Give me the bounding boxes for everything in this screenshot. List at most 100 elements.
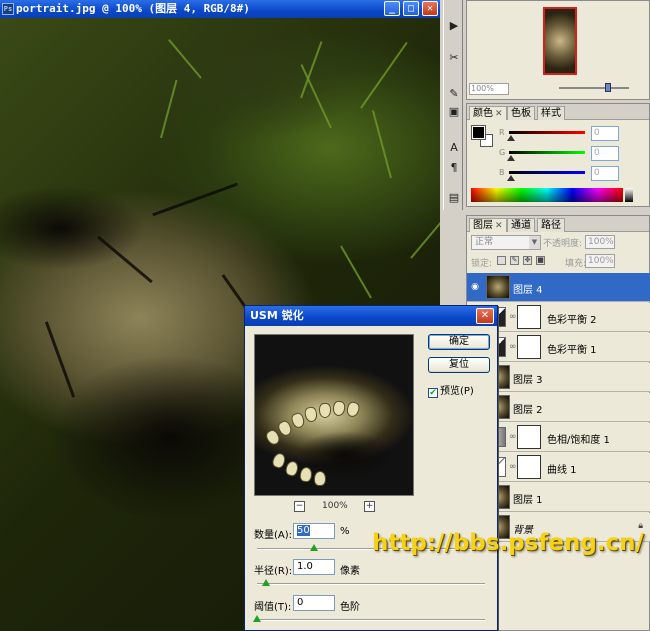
navigator-panel: 100% bbox=[466, 0, 650, 100]
tab-styles[interactable]: 样式 bbox=[537, 106, 565, 120]
navigator-zoom-field[interactable]: 100% bbox=[469, 83, 509, 95]
grayscale-ramp[interactable] bbox=[625, 188, 633, 202]
eye-icon[interactable]: ◉ bbox=[469, 281, 481, 293]
green-value-field[interactable]: 0 bbox=[591, 146, 619, 161]
blue-channel-row: B 0 bbox=[499, 166, 650, 184]
threshold-slider-knob[interactable] bbox=[253, 615, 261, 622]
layer-mask-thumbnail[interactable] bbox=[517, 335, 541, 359]
layer-mask-thumbnail[interactable] bbox=[517, 425, 541, 449]
lock-position-icon[interactable]: ✥ bbox=[523, 256, 532, 265]
fill-field[interactable]: 100% bbox=[585, 254, 615, 268]
tab-label: 图层 bbox=[473, 220, 493, 231]
foreground-color-swatch[interactable] bbox=[471, 125, 486, 140]
green-slider-track[interactable] bbox=[509, 151, 585, 154]
color-spectrum-bar[interactable] bbox=[471, 188, 623, 202]
radius-unit: 像素 bbox=[340, 566, 360, 577]
usm-sharpen-dialog: USM 锐化 ✕ − 100% + 确定 复位 ✔ 预览(P) 数量(A): 50… bbox=[244, 305, 498, 631]
layers-panel-tabs: 图层 ✕ 通道 路径 bbox=[467, 216, 649, 232]
tab-channels[interactable]: 通道 bbox=[507, 218, 535, 232]
layer-name: 色彩平衡 2 bbox=[547, 315, 597, 326]
tab-paths[interactable]: 路径 bbox=[537, 218, 565, 232]
layer-name: 图层 2 bbox=[513, 405, 543, 416]
crack-mark bbox=[97, 235, 153, 284]
threshold-slider[interactable] bbox=[253, 615, 485, 622]
link-icon[interactable]: ∞ bbox=[509, 312, 517, 322]
grass-blade bbox=[340, 245, 372, 299]
tab-layers[interactable]: 图层 ✕ bbox=[469, 218, 507, 232]
type-icon[interactable]: A bbox=[446, 140, 462, 156]
close-icon[interactable]: ✕ bbox=[495, 221, 503, 231]
photoshop-icon: Ps bbox=[2, 3, 14, 15]
layer-mask-thumbnail[interactable] bbox=[517, 305, 541, 329]
navigator-zoom-slider[interactable] bbox=[559, 83, 629, 92]
preview-checkbox-label: 预览(P) bbox=[440, 386, 474, 397]
layer-name: 曲线 1 bbox=[547, 465, 577, 476]
amount-input[interactable]: 50 bbox=[293, 523, 335, 539]
blue-value-field[interactable]: 0 bbox=[591, 166, 619, 181]
radius-slider-knob[interactable] bbox=[262, 579, 271, 586]
zoom-in-button[interactable]: + bbox=[364, 501, 375, 512]
ok-button[interactable]: 确定 bbox=[428, 334, 490, 350]
lock-all-icon[interactable]: ■ bbox=[536, 256, 545, 265]
red-channel-row: R 0 bbox=[499, 126, 650, 144]
tab-swatches[interactable]: 色板 bbox=[507, 106, 535, 120]
grass-blade bbox=[168, 39, 202, 79]
close-icon[interactable]: ✕ bbox=[495, 109, 503, 119]
preview-detail bbox=[299, 466, 313, 483]
radius-input[interactable]: 1.0 bbox=[293, 559, 335, 575]
preview-detail bbox=[284, 459, 300, 478]
navigator-thumbnail[interactable] bbox=[543, 7, 577, 75]
grass-blade bbox=[410, 211, 440, 259]
preview-detail bbox=[289, 411, 307, 430]
close-button[interactable]: ✕ bbox=[422, 1, 438, 16]
tool-strip: ▶ ✂ ✎ ▣ A ¶ ▤ bbox=[443, 0, 463, 210]
slider-knob[interactable] bbox=[605, 83, 611, 92]
red-slider-track[interactable] bbox=[509, 131, 585, 134]
document-title: portrait.jpg @ 100% (图层 4, RGB/8#) bbox=[16, 2, 250, 15]
opacity-field[interactable]: 100% bbox=[585, 235, 615, 249]
close-button[interactable]: ✕ bbox=[476, 308, 494, 324]
paragraph-icon[interactable]: ¶ bbox=[446, 160, 462, 176]
dialog-titlebar[interactable]: USM 锐化 ✕ bbox=[245, 306, 497, 326]
opacity-label: 不透明度: bbox=[543, 239, 583, 249]
layer-row[interactable]: ◉ 图层 4 bbox=[467, 273, 650, 302]
threshold-input[interactable]: 0 bbox=[293, 595, 335, 611]
preview-detail bbox=[313, 470, 327, 487]
green-slider-knob[interactable] bbox=[507, 155, 515, 161]
tab-label: 颜色 bbox=[473, 108, 493, 119]
filter-preview[interactable] bbox=[254, 334, 414, 496]
play-icon[interactable]: ▶ bbox=[446, 18, 462, 34]
notes-icon[interactable]: ▤ bbox=[446, 190, 462, 206]
radius-slider[interactable] bbox=[257, 579, 485, 586]
red-value-field[interactable]: 0 bbox=[591, 126, 619, 141]
link-icon[interactable]: ∞ bbox=[509, 462, 517, 472]
layer-name: 图层 1 bbox=[513, 495, 543, 506]
scissors-icon[interactable]: ✂ bbox=[446, 50, 462, 66]
checkmark-icon[interactable]: ✔ bbox=[428, 388, 438, 398]
watermark-text: http://bbs.psfeng.cn/ bbox=[372, 530, 644, 556]
preview-checkbox[interactable]: ✔ 预览(P) bbox=[428, 382, 474, 398]
blue-slider-knob[interactable] bbox=[507, 175, 515, 181]
zoom-out-button[interactable]: − bbox=[294, 501, 305, 512]
amount-slider-knob[interactable] bbox=[310, 544, 318, 551]
brush-icon[interactable]: ✎ bbox=[446, 86, 462, 102]
red-slider-knob[interactable] bbox=[507, 135, 515, 141]
maximize-button[interactable]: □ bbox=[403, 1, 419, 16]
minimize-button[interactable]: _ bbox=[384, 1, 400, 16]
lock-transparency-icon[interactable] bbox=[497, 256, 506, 265]
document-titlebar[interactable]: Ps portrait.jpg @ 100% (图层 4, RGB/8#) _ … bbox=[0, 0, 440, 18]
reset-button[interactable]: 复位 bbox=[428, 357, 490, 373]
lock-pixels-icon[interactable]: ✎ bbox=[510, 256, 519, 265]
blend-mode-select[interactable]: 正常 ▼ bbox=[471, 235, 541, 250]
preview-detail bbox=[319, 403, 331, 418]
crack-mark bbox=[152, 182, 238, 217]
link-icon[interactable]: ∞ bbox=[509, 432, 517, 442]
layer-mask-thumbnail[interactable] bbox=[517, 455, 541, 479]
preview-detail bbox=[303, 406, 319, 423]
layer-name: 色彩平衡 1 bbox=[547, 345, 597, 356]
threshold-unit: 色阶 bbox=[340, 602, 360, 613]
blue-slider-track[interactable] bbox=[509, 171, 585, 174]
tab-color[interactable]: 颜色 ✕ bbox=[469, 106, 507, 120]
stamp-icon[interactable]: ▣ bbox=[446, 104, 462, 120]
link-icon[interactable]: ∞ bbox=[509, 342, 517, 352]
